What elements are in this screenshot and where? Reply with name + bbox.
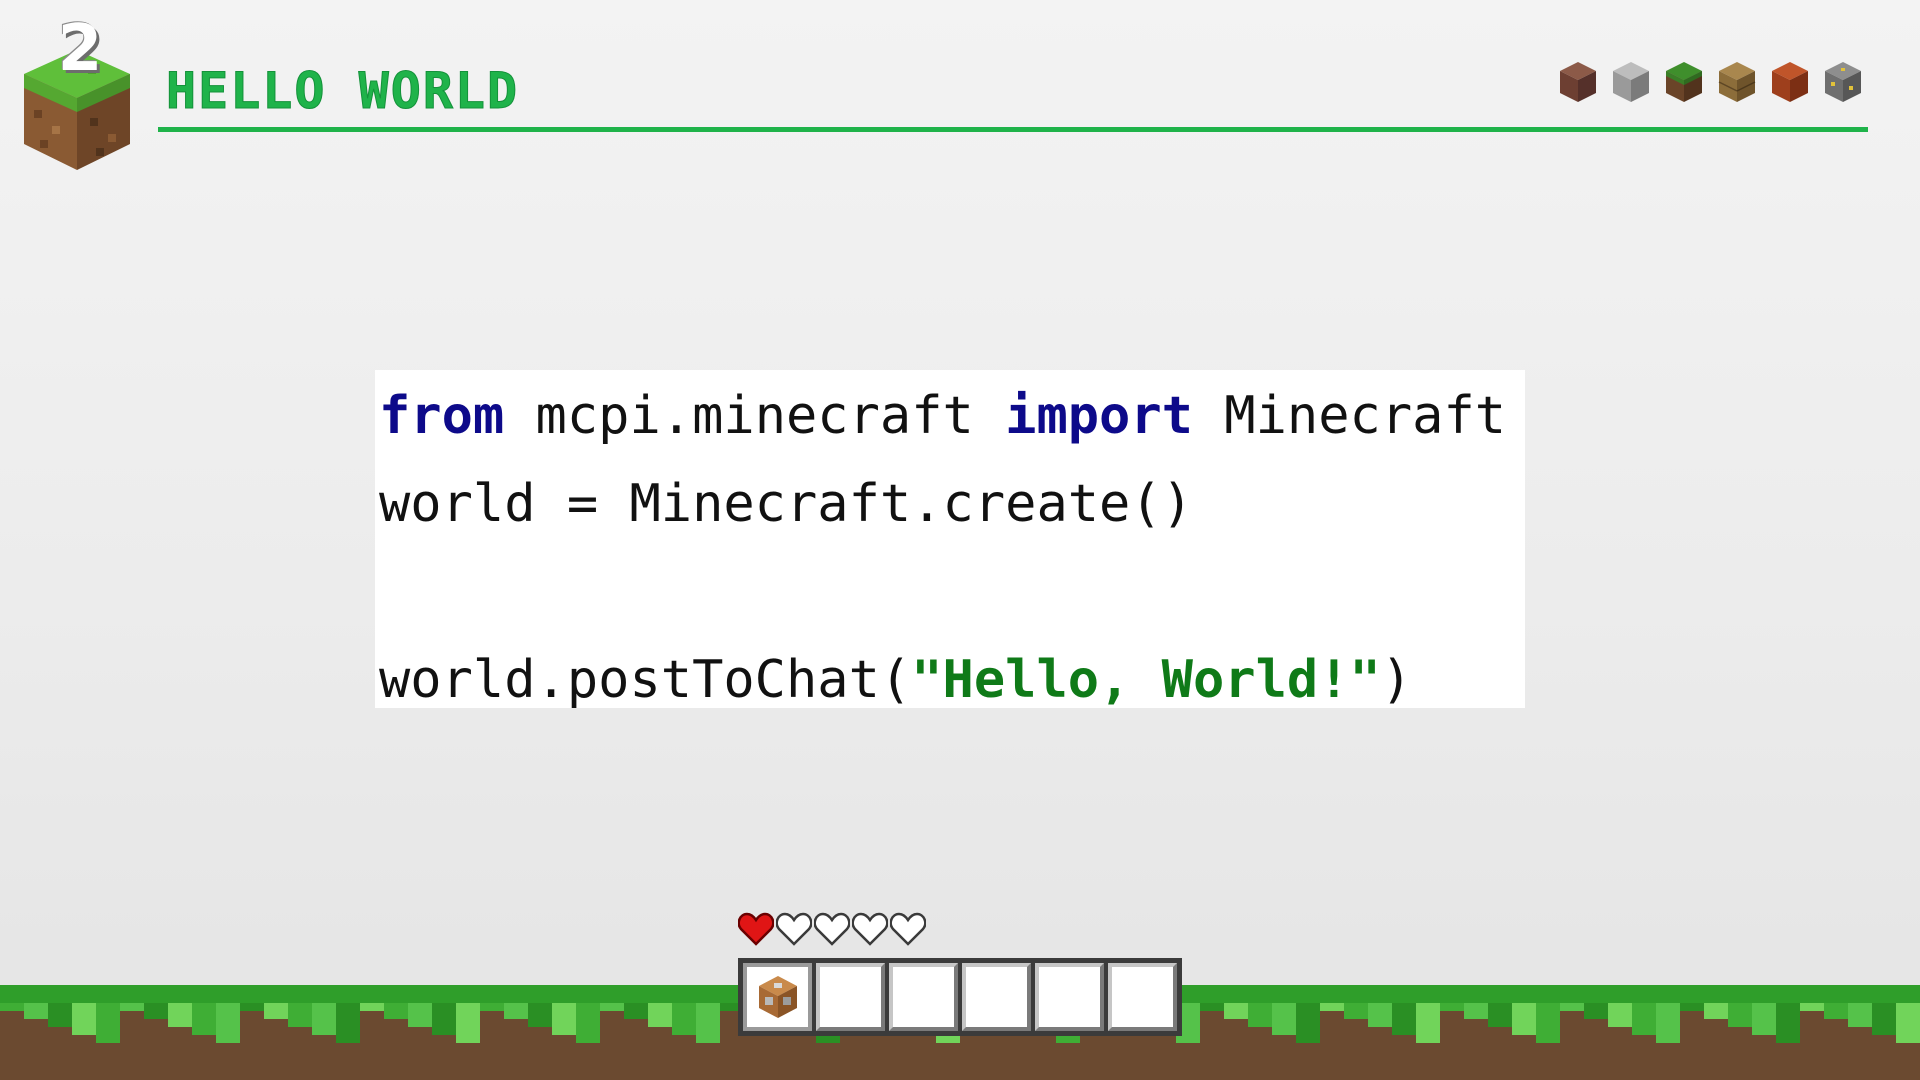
string-literal: "Hello, World!": [911, 650, 1381, 710]
heart-empty-icon: [890, 912, 926, 946]
heart-empty-icon: [852, 912, 888, 946]
red-brick-block-icon: [1772, 62, 1808, 102]
grass-block-icon: [1666, 62, 1702, 102]
heart-empty-icon: [814, 912, 850, 946]
title-divider: [158, 127, 1868, 132]
hotbar-slot-4[interactable]: [962, 963, 1031, 1031]
hotbar-slot-6[interactable]: [1108, 963, 1177, 1031]
keyword-import: import: [1005, 386, 1193, 446]
hotbar-slot-2[interactable]: [816, 963, 885, 1031]
hotbar-slot-1[interactable]: [743, 963, 812, 1031]
code-line-post: world.postToChat("Hello, World!"): [379, 636, 1525, 724]
hotbar: [738, 958, 1182, 1036]
code-line-create: world = Minecraft.create(): [379, 474, 1193, 534]
gold-ore-block-icon: [1825, 62, 1861, 102]
code-snippet: from mcpi.minecraft import Minecraft wor…: [375, 370, 1525, 710]
heart-empty-icon: [776, 912, 812, 946]
block-icon-row: [1558, 60, 1863, 108]
module-name: mcpi.minecraft: [504, 386, 1006, 446]
stone-block-icon: [1613, 62, 1649, 102]
keyword-from: from: [379, 386, 505, 446]
hotbar-slot-5[interactable]: [1035, 963, 1104, 1031]
hotbar-slot-3[interactable]: [889, 963, 958, 1031]
code-line-import: from mcpi.minecraft import Minecraft: [379, 372, 1525, 460]
health-bar: [738, 912, 926, 946]
call-close: ): [1380, 650, 1413, 710]
command-block-icon: [758, 976, 797, 1018]
page-title: HELLO WORLD: [165, 62, 520, 121]
oak-planks-block-icon: [1718, 62, 1756, 102]
call-prefix: world.postToChat(: [379, 650, 912, 710]
slide-number: 2: [57, 12, 103, 86]
heart-full-icon: [738, 912, 774, 946]
class-name: Minecraft: [1192, 386, 1507, 446]
dirt-block-icon: [1560, 62, 1596, 102]
